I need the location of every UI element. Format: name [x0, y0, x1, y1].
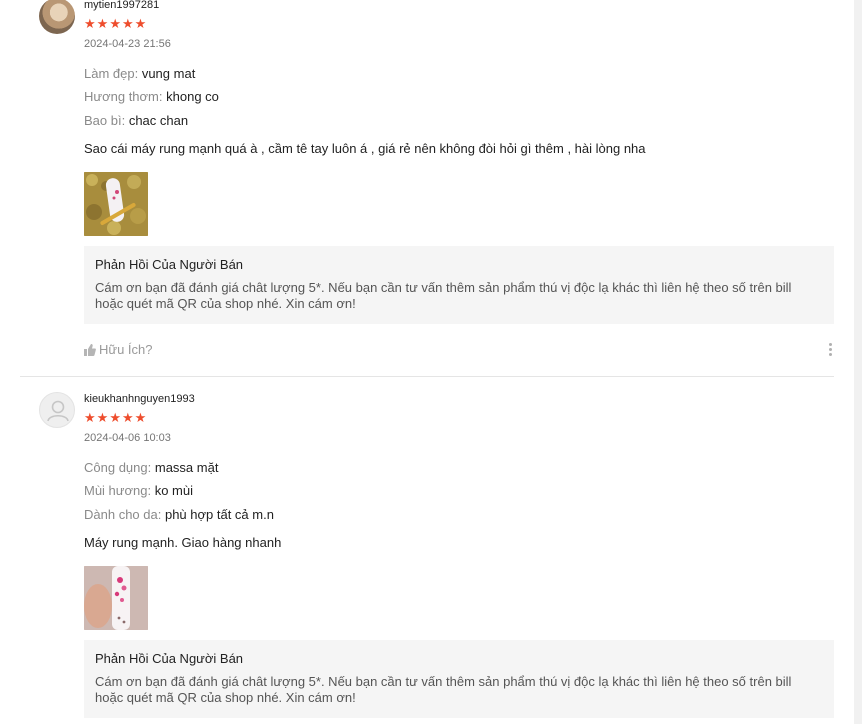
seller-reply-title: Phản Hồi Của Người Bán: [95, 257, 244, 272]
review-attribute: Công dụng: massa mặt: [84, 460, 218, 475]
review-item: mytien1997281 ★★★★★ 2024-04-23 21:56 Làm…: [0, 0, 850, 376]
review-attribute: Hương thơm: khong co: [84, 89, 219, 104]
review-photo-image: [84, 172, 148, 236]
seller-reply: Phản Hồi Của Người Bán Cám ơn bạn đã đán…: [84, 640, 834, 718]
attribute-value: massa mặt: [154, 460, 219, 475]
review-item: kieukhanhnguyen1993 ★★★★★ 2024-04-06 10:…: [0, 376, 850, 724]
attribute-key: Dành cho da:: [84, 507, 162, 522]
star-icon: ★: [84, 16, 97, 31]
star-icon: ★: [109, 410, 122, 425]
review-comment: Sao cái máy rung mạnh quá à , cầm tê tay…: [84, 141, 646, 156]
default-avatar-icon: [47, 400, 69, 422]
seller-reply-text: Cám ơn bạn đã đánh giá chât lượng 5*. Nế…: [95, 280, 792, 311]
review-attribute: Bao bì: chac chan: [84, 113, 188, 128]
attribute-key: Hương thơm:: [84, 89, 163, 104]
scrollbar[interactable]: [854, 0, 862, 724]
star-icon: ★: [121, 16, 135, 31]
rating-stars: ★★★★★: [84, 16, 147, 32]
star-icon: ★: [109, 16, 122, 31]
review-attribute: Dành cho da: phù hợp tất cả m.n: [84, 507, 274, 522]
star-icon: ★: [96, 410, 110, 425]
star-icon: ★: [96, 16, 110, 31]
review-username[interactable]: kieukhanhnguyen1993: [84, 393, 195, 405]
helpful-button[interactable]: Hữu Ích?: [84, 342, 153, 357]
attribute-value: ko mùi: [154, 483, 194, 498]
attribute-key: Làm đẹp:: [84, 66, 139, 81]
star-icon: ★: [84, 410, 97, 425]
review-attribute: Làm đẹp: vung mat: [84, 66, 195, 81]
star-icon: ★: [134, 410, 148, 425]
review-photo-image: [84, 566, 148, 630]
attribute-key: Công dụng:: [84, 460, 152, 475]
avatar[interactable]: [39, 392, 75, 428]
seller-reply-title: Phản Hồi Của Người Bán: [95, 651, 244, 666]
review-photo[interactable]: [84, 566, 148, 630]
attribute-key: Mùi hương:: [84, 483, 152, 498]
review-username[interactable]: mytien1997281: [84, 0, 159, 11]
avatar[interactable]: [39, 0, 75, 34]
rating-stars: ★★★★★: [84, 410, 147, 426]
helpful-label: Hữu Ích?: [99, 342, 153, 357]
attribute-value: vung mat: [141, 66, 196, 81]
seller-reply: Phản Hồi Của Người Bán Cám ơn bạn đã đán…: [84, 246, 834, 324]
review-date: 2024-04-06 10:03: [84, 432, 171, 444]
attribute-value: chac chan: [128, 113, 189, 128]
star-icon: ★: [134, 16, 148, 31]
review-attribute: Mùi hương: ko mùi: [84, 483, 193, 498]
review-comment: Máy rung mạnh. Giao hàng nhanh: [84, 535, 282, 550]
thumbs-up-icon: [84, 344, 96, 356]
attribute-key: Bao bì:: [84, 113, 126, 128]
review-photo[interactable]: [84, 172, 148, 236]
review-date: 2024-04-23 21:56: [84, 38, 171, 50]
star-icon: ★: [121, 410, 135, 425]
seller-reply-text: Cám ơn bạn đã đánh giá chât lượng 5*. Nế…: [95, 674, 792, 705]
more-vertical-icon[interactable]: [829, 343, 833, 358]
attribute-value: phù hợp tất cả m.n: [164, 507, 274, 522]
attribute-value: khong co: [166, 89, 219, 104]
